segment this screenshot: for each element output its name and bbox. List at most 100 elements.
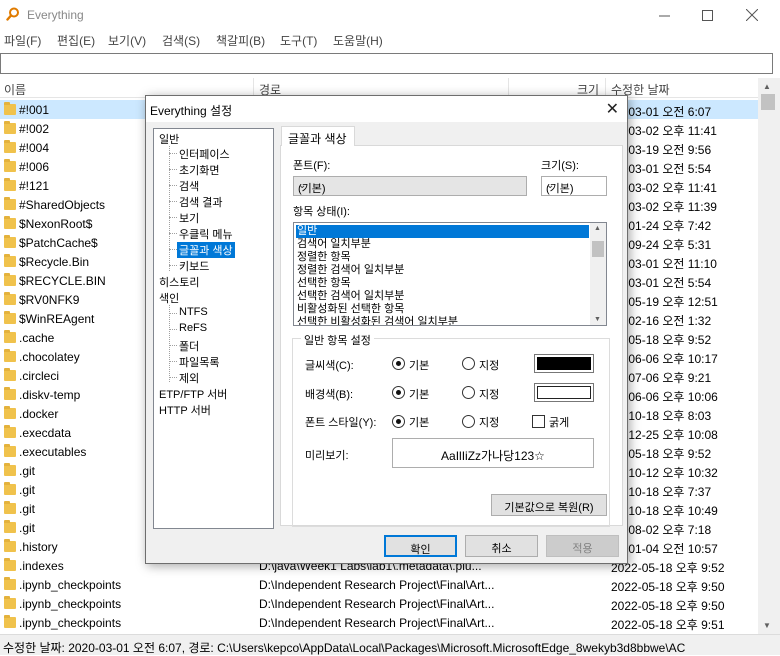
tree-item-http-server[interactable]: HTTP 서버 xyxy=(159,402,211,418)
folder-icon xyxy=(4,349,16,362)
font-select[interactable]: (기본) ⌄ xyxy=(293,176,527,196)
table-row[interactable]: .ipynb_checkpoints D:\Independent Researc… xyxy=(0,594,758,613)
file-modified: 2022-05-18 오후 9:51 xyxy=(611,618,725,632)
tree-item-view[interactable]: 보기 xyxy=(179,210,199,226)
font-preview: AaIlIiZz가나당123☆ xyxy=(392,438,594,468)
settings-tree: 일반 인터페이스 초기화면 검색 검색 결과 보기 우클릭 메뉴 글꼴과 색상 … xyxy=(153,128,274,529)
menu-view[interactable]: 보기(V) xyxy=(108,32,146,49)
search-input[interactable] xyxy=(0,53,773,74)
tree-item-general[interactable]: 일반 xyxy=(159,131,179,147)
bg-color-swatch[interactable] xyxy=(534,383,594,402)
style-custom-radio[interactable] xyxy=(462,415,475,428)
file-name: $Recycle.Bin xyxy=(19,255,90,269)
tree-item-keyboard[interactable]: 키보드 xyxy=(179,258,209,274)
menu-search[interactable]: 검색(S) xyxy=(162,32,200,49)
item-state-option[interactable]: 정렬한 항목 xyxy=(296,251,589,264)
item-state-option[interactable]: 선택한 검색어 일치부분 xyxy=(296,290,589,303)
file-name: .git xyxy=(19,521,36,535)
style-custom-label: 지정 xyxy=(479,417,500,429)
tree-item-ntfs[interactable]: NTFS xyxy=(179,306,208,318)
ok-label: 확인 xyxy=(410,544,431,556)
file-name: .docker xyxy=(19,407,59,421)
apply-button[interactable]: 적용 xyxy=(546,535,619,557)
maximize-button[interactable] xyxy=(684,0,730,30)
scroll-down-icon[interactable]: ▼ xyxy=(594,316,601,323)
file-name: $RECYCLE.BIN xyxy=(19,274,106,288)
file-name: .diskv-temp xyxy=(19,388,81,402)
folder-icon xyxy=(4,539,16,552)
folder-icon xyxy=(4,292,16,305)
file-name: .ipynb_checkpoints xyxy=(19,597,122,611)
bg-custom-radio[interactable] xyxy=(462,386,475,399)
tree-item-interface[interactable]: 인터페이스 xyxy=(179,146,230,162)
folder-icon xyxy=(4,482,16,495)
scroll-up-icon[interactable]: ▲ xyxy=(594,225,601,232)
folder-icon xyxy=(4,368,16,381)
tree-item-history[interactable]: 히스토리 xyxy=(159,274,199,290)
table-row[interactable]: .ipynb_checkpoints D:\Independent Researc… xyxy=(0,613,758,632)
scroll-up-icon[interactable]: ▲ xyxy=(763,82,771,91)
tree-guide-line xyxy=(169,345,177,346)
fg-color-swatch[interactable] xyxy=(534,354,594,373)
ok-button[interactable]: 확인 xyxy=(384,535,457,557)
tab-label: 글꼴과 색상 xyxy=(288,132,347,146)
menu-tools[interactable]: 도구(T) xyxy=(280,32,317,49)
tree-guide-line xyxy=(169,329,177,330)
close-button[interactable] xyxy=(729,0,775,30)
item-state-option[interactable]: 일반 xyxy=(296,225,589,238)
tree-item-exclude[interactable]: 제외 xyxy=(179,370,199,386)
size-select[interactable]: (기본) ⌄ xyxy=(541,176,607,196)
menu-file[interactable]: 파일(F) xyxy=(4,32,41,49)
tree-item-context-menu[interactable]: 우클릭 메뉴 xyxy=(179,226,233,242)
tree-item-refs[interactable]: ReFS xyxy=(179,322,207,334)
tree-item-folders[interactable]: 폴더 xyxy=(179,338,199,354)
tree-item-etp-server[interactable]: ETP/FTP 서버 xyxy=(159,386,227,402)
fg-custom-radio[interactable] xyxy=(462,357,475,370)
scroll-thumb[interactable] xyxy=(761,94,775,110)
fg-color-label: 글씨색(C): xyxy=(305,360,354,372)
tree-item-home[interactable]: 초기화면 xyxy=(179,162,219,178)
table-row[interactable]: .ipynb_checkpoints D:\Independent Researc… xyxy=(0,575,758,594)
status-text: 수정한 날짜: 2020-03-01 오전 6:07, 경로: C:\Users… xyxy=(3,641,686,655)
item-state-list[interactable]: ▲ ▼ 일반 검색어 일치부분 정렬한 항목 정렬한 검색어 일치부분 선택한 항목 선택… xyxy=(293,222,607,326)
item-state-option[interactable]: 비활성화된 선택한 항목 xyxy=(296,303,589,316)
file-modified: 2022-05-18 오후 9:52 xyxy=(611,561,725,575)
column-name[interactable]: 이름 xyxy=(4,81,26,98)
folder-icon xyxy=(4,330,16,343)
dialog-close-icon[interactable]: ✕ xyxy=(606,99,619,119)
menu-bookmarks[interactable]: 책갈피(B) xyxy=(216,32,265,49)
item-state-option[interactable]: 선택한 비활성화된 검색어 일치부분 xyxy=(296,316,589,325)
file-name: .indexes xyxy=(19,559,64,573)
minimize-button[interactable] xyxy=(641,0,687,30)
style-default-radio[interactable] xyxy=(392,415,405,428)
settings-dialog: Everything 설정 ✕ 일반 인터페이스 초기화면 검색 검색 결과 보… xyxy=(145,95,628,564)
bg-color-label: 배경색(B): xyxy=(305,389,354,401)
tab-fonts-colors[interactable]: 글꼴과 색상 xyxy=(281,126,355,146)
menu-edit[interactable]: 편집(E) xyxy=(57,32,95,49)
tree-item-filelists[interactable]: 파일목록 xyxy=(179,354,219,370)
scroll-thumb[interactable] xyxy=(592,241,604,257)
folder-icon xyxy=(4,501,16,514)
tree-item-results[interactable]: 검색 결과 xyxy=(179,194,223,210)
restore-defaults-button[interactable]: 기본값으로 복원(R) xyxy=(491,494,607,516)
item-state-option[interactable]: 선택한 항목 xyxy=(296,277,589,290)
tree-item-search[interactable]: 검색 xyxy=(179,178,199,194)
file-name: .chocolatey xyxy=(19,350,80,364)
bold-checkbox[interactable] xyxy=(532,415,545,428)
file-name: .history xyxy=(19,540,58,554)
chevron-down-icon: ⌄ xyxy=(546,180,555,191)
file-name: .git xyxy=(19,502,36,516)
menu-help[interactable]: 도움말(H) xyxy=(333,32,383,49)
tree-item-fonts-colors[interactable]: 글꼴과 색상 xyxy=(177,242,235,258)
item-state-scrollbar[interactable]: ▲ ▼ xyxy=(590,223,606,325)
item-state-option[interactable]: 검색어 일치부분 xyxy=(296,238,589,251)
cancel-button[interactable]: 취소 xyxy=(465,535,538,557)
folder-icon xyxy=(4,311,16,324)
fg-color-fill xyxy=(537,357,591,370)
bg-default-radio[interactable] xyxy=(392,386,405,399)
item-state-option[interactable]: 정렬한 검색어 일치부분 xyxy=(296,264,589,277)
scroll-down-icon[interactable]: ▼ xyxy=(763,621,771,630)
vertical-scrollbar[interactable]: ▲ ▼ xyxy=(758,78,780,634)
fg-default-radio[interactable] xyxy=(392,357,405,370)
tree-item-index[interactable]: 색인 xyxy=(159,290,179,306)
